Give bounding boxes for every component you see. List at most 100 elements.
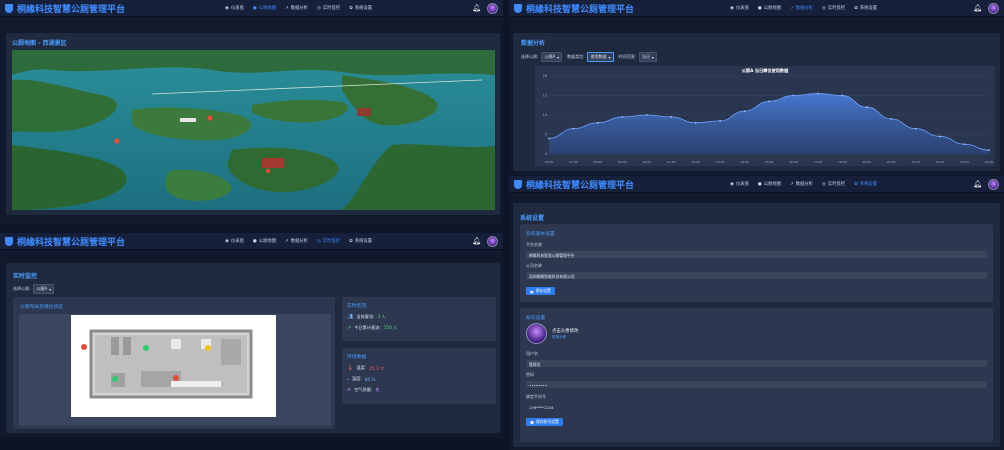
nav-map[interactable]: ● 公厕地图	[758, 181, 781, 188]
nav-settings[interactable]: ✿ 系统设置	[349, 5, 372, 12]
floor-plan[interactable]	[71, 315, 276, 417]
data-point	[596, 121, 599, 124]
nav-monitor[interactable]: ◎ 实时监控	[821, 5, 845, 12]
top-nav-bar: 桐緣科技智慧公厕管理平台 ◉ 仪表盘 ● 公厕地图 ↗ 数据分析 ◎ 实时监控 ✿ 系统设…	[0, 0, 503, 17]
map-panel: 公厕地图 - 西湖景区	[6, 33, 500, 215]
filter-bar: 选择公厕: 公厕A ▾ 数据类型: 使用数据 ▾ 时间范围: 当日 ▾	[521, 52, 657, 62]
nav-dashboard[interactable]: ◉ 仪表盘	[730, 5, 749, 12]
lake-map[interactable]	[12, 50, 495, 210]
map-marker[interactable]	[114, 138, 120, 144]
chevron-down-icon: ▾	[49, 286, 52, 292]
app-logo[interactable]: 桐緣科技智慧公厕管理平台	[5, 2, 125, 15]
y-tick-label: 15	[543, 94, 547, 98]
main-nav: ◉ 仪表盘 ● 公厕地图 ↗ 数据分析 ◎ 实时监控 ✿ 系统设置	[225, 5, 372, 12]
toilet-select[interactable]: 公厕A ▾	[33, 284, 55, 294]
chart-title: 公厕A 当日蹲位使用数据	[742, 67, 789, 74]
data-point	[572, 127, 575, 130]
dashboard-icon: ◉	[225, 238, 229, 244]
today-people-row: ↗ 今日累计客流: 150 人	[347, 325, 398, 331]
stall-occupied[interactable]	[173, 375, 179, 381]
x-tick-label: 20:00	[887, 160, 896, 164]
x-tick-label: 09:00	[618, 160, 627, 164]
data-point	[694, 121, 697, 124]
layout-title: 公厕布局及蹲位状态	[20, 305, 64, 310]
nav-analysis[interactable]: ↗ 数据分析	[285, 5, 308, 12]
chart-icon: ↗	[790, 181, 794, 187]
map-marker[interactable]	[265, 168, 271, 174]
nav-dashboard[interactable]: ◉ 仪表盘	[225, 238, 244, 245]
gear-icon: ✿	[349, 5, 353, 11]
panel-title: 实时监控	[13, 273, 38, 280]
user-avatar[interactable]	[987, 2, 999, 14]
panel-title: 数据分析	[521, 40, 546, 47]
data-point	[939, 135, 942, 138]
map-pin-icon: ●	[252, 238, 257, 244]
nav-monitor[interactable]: ◎ 实时监控	[317, 5, 340, 12]
stall-free[interactable]	[143, 345, 149, 351]
app-logo[interactable]: 桐緣科技智慧公厕管理平台	[5, 235, 125, 248]
stall-cleaning[interactable]	[205, 345, 211, 351]
stall-free[interactable]	[112, 376, 118, 382]
layout-panel: 公厕布局及蹲位状态	[13, 297, 335, 429]
data-point	[914, 127, 917, 130]
user-avatar[interactable]	[486, 235, 498, 247]
account-settings-title: 账号设置	[526, 316, 546, 321]
data-point	[963, 143, 966, 146]
nav-analysis[interactable]: ↗ 数据分析	[285, 238, 308, 245]
bell-icon[interactable]: 🔔︎	[973, 180, 982, 188]
environment-panel: 环境数据 🌡︎ 温度: 25.1 ℃ 💧︎ 湿度: 60 % ≋ 空气质量: 良	[342, 348, 496, 404]
user-avatar[interactable]	[486, 2, 498, 14]
wind-icon: ≋	[347, 387, 352, 393]
x-tick-label: 10:00	[642, 160, 651, 164]
save-settings-button[interactable]: ▣ 保存设置	[526, 287, 555, 295]
nav-monitor[interactable]: ◎ 实时监控	[317, 238, 340, 245]
data-point	[719, 119, 722, 122]
nav-monitor[interactable]: ◎ 实时监控	[822, 181, 845, 188]
password-input[interactable]: ••••••••	[526, 381, 987, 388]
nav-dashboard[interactable]: ◉ 仪表盘	[225, 5, 244, 12]
username-label: 用户名	[526, 351, 538, 356]
nav-settings[interactable]: ✿ 系统设置	[854, 5, 877, 12]
phone-input[interactable]: 139****1234	[526, 403, 987, 410]
x-tick-label: 23:00	[960, 160, 969, 164]
bell-icon[interactable]: 🔔︎	[472, 4, 481, 12]
nav-analysis[interactable]: ↗ 数据分析	[790, 5, 813, 12]
app-logo[interactable]: 桐緣科技智慧公厕管理平台	[514, 178, 634, 191]
nav-map[interactable]: ● 公厕地图	[252, 238, 276, 245]
usage-chart-svg: 20 15 10 5 0 06:00 07:00 08:00 09:00 10:00 11:00 12…	[543, 67, 994, 164]
bell-icon[interactable]: 🔔︎	[472, 237, 481, 245]
user-avatar[interactable]	[987, 178, 999, 190]
eye-icon: ◎	[821, 5, 826, 11]
panel-title: 公厕地图 - 西湖景区	[12, 40, 67, 47]
username-input[interactable]: 管理员	[526, 360, 987, 367]
nav-dashboard[interactable]: ◉ 仪表盘	[730, 181, 749, 188]
platform-name-input[interactable]: 桐緣科技智慧公厕管理平台	[526, 251, 987, 258]
main-nav: ◉ 仪表盘 ● 公厕地图 ↗ 数据分析 ◎ 实时监控 ✿ 系统设置	[225, 238, 372, 245]
data-point	[670, 116, 673, 118]
data-type-select[interactable]: 使用数据 ▾	[587, 52, 614, 62]
nav-analysis[interactable]: ↗ 数据分析	[790, 181, 813, 188]
analysis-panel: 数据分析 选择公厕: 公厕A ▾ 数据类型: 使用数据 ▾ 时间范围: 当日 ▾ 20…	[513, 33, 1000, 171]
avatar-upload[interactable]	[526, 323, 547, 344]
bell-icon[interactable]: 🔔︎	[973, 4, 982, 12]
map-marker[interactable]	[207, 115, 213, 121]
shield-icon	[5, 236, 13, 246]
data-point	[816, 92, 819, 95]
save-account-button[interactable]: ☻ 保存账号设置	[526, 418, 563, 426]
nav-map[interactable]: ● 公厕地图	[253, 5, 276, 12]
nav-settings[interactable]: ✿ 系统设置	[349, 238, 372, 245]
avatar-change-link[interactable]: 更换头像	[552, 335, 566, 340]
time-range-select[interactable]: 当日 ▾	[638, 52, 657, 62]
nav-map[interactable]: ● 公厕地图	[758, 5, 781, 12]
data-point	[841, 94, 844, 97]
gear-icon: ✿	[349, 238, 353, 244]
top-nav-bar: 桐緣科技智慧公厕管理平台 ◉ 仪表盘 ● 公厕地图 ↗ 数据分析 ◎ 实时监控 ✿ 系统设…	[0, 233, 503, 250]
floor-plan-image	[81, 329, 253, 399]
nav-settings[interactable]: ✿ 系统设置	[854, 181, 877, 188]
toilet-select[interactable]: 公厕A ▾	[541, 52, 563, 62]
app-logo[interactable]: 桐緣科技智慧公厕管理平台	[514, 2, 634, 15]
gear-icon: ✿	[854, 5, 858, 11]
stall-occupied[interactable]	[81, 344, 87, 350]
y-tick-label: 5	[545, 133, 547, 137]
company-name-input[interactable]: 深圳桐緣智能科技有限公司	[526, 272, 987, 279]
